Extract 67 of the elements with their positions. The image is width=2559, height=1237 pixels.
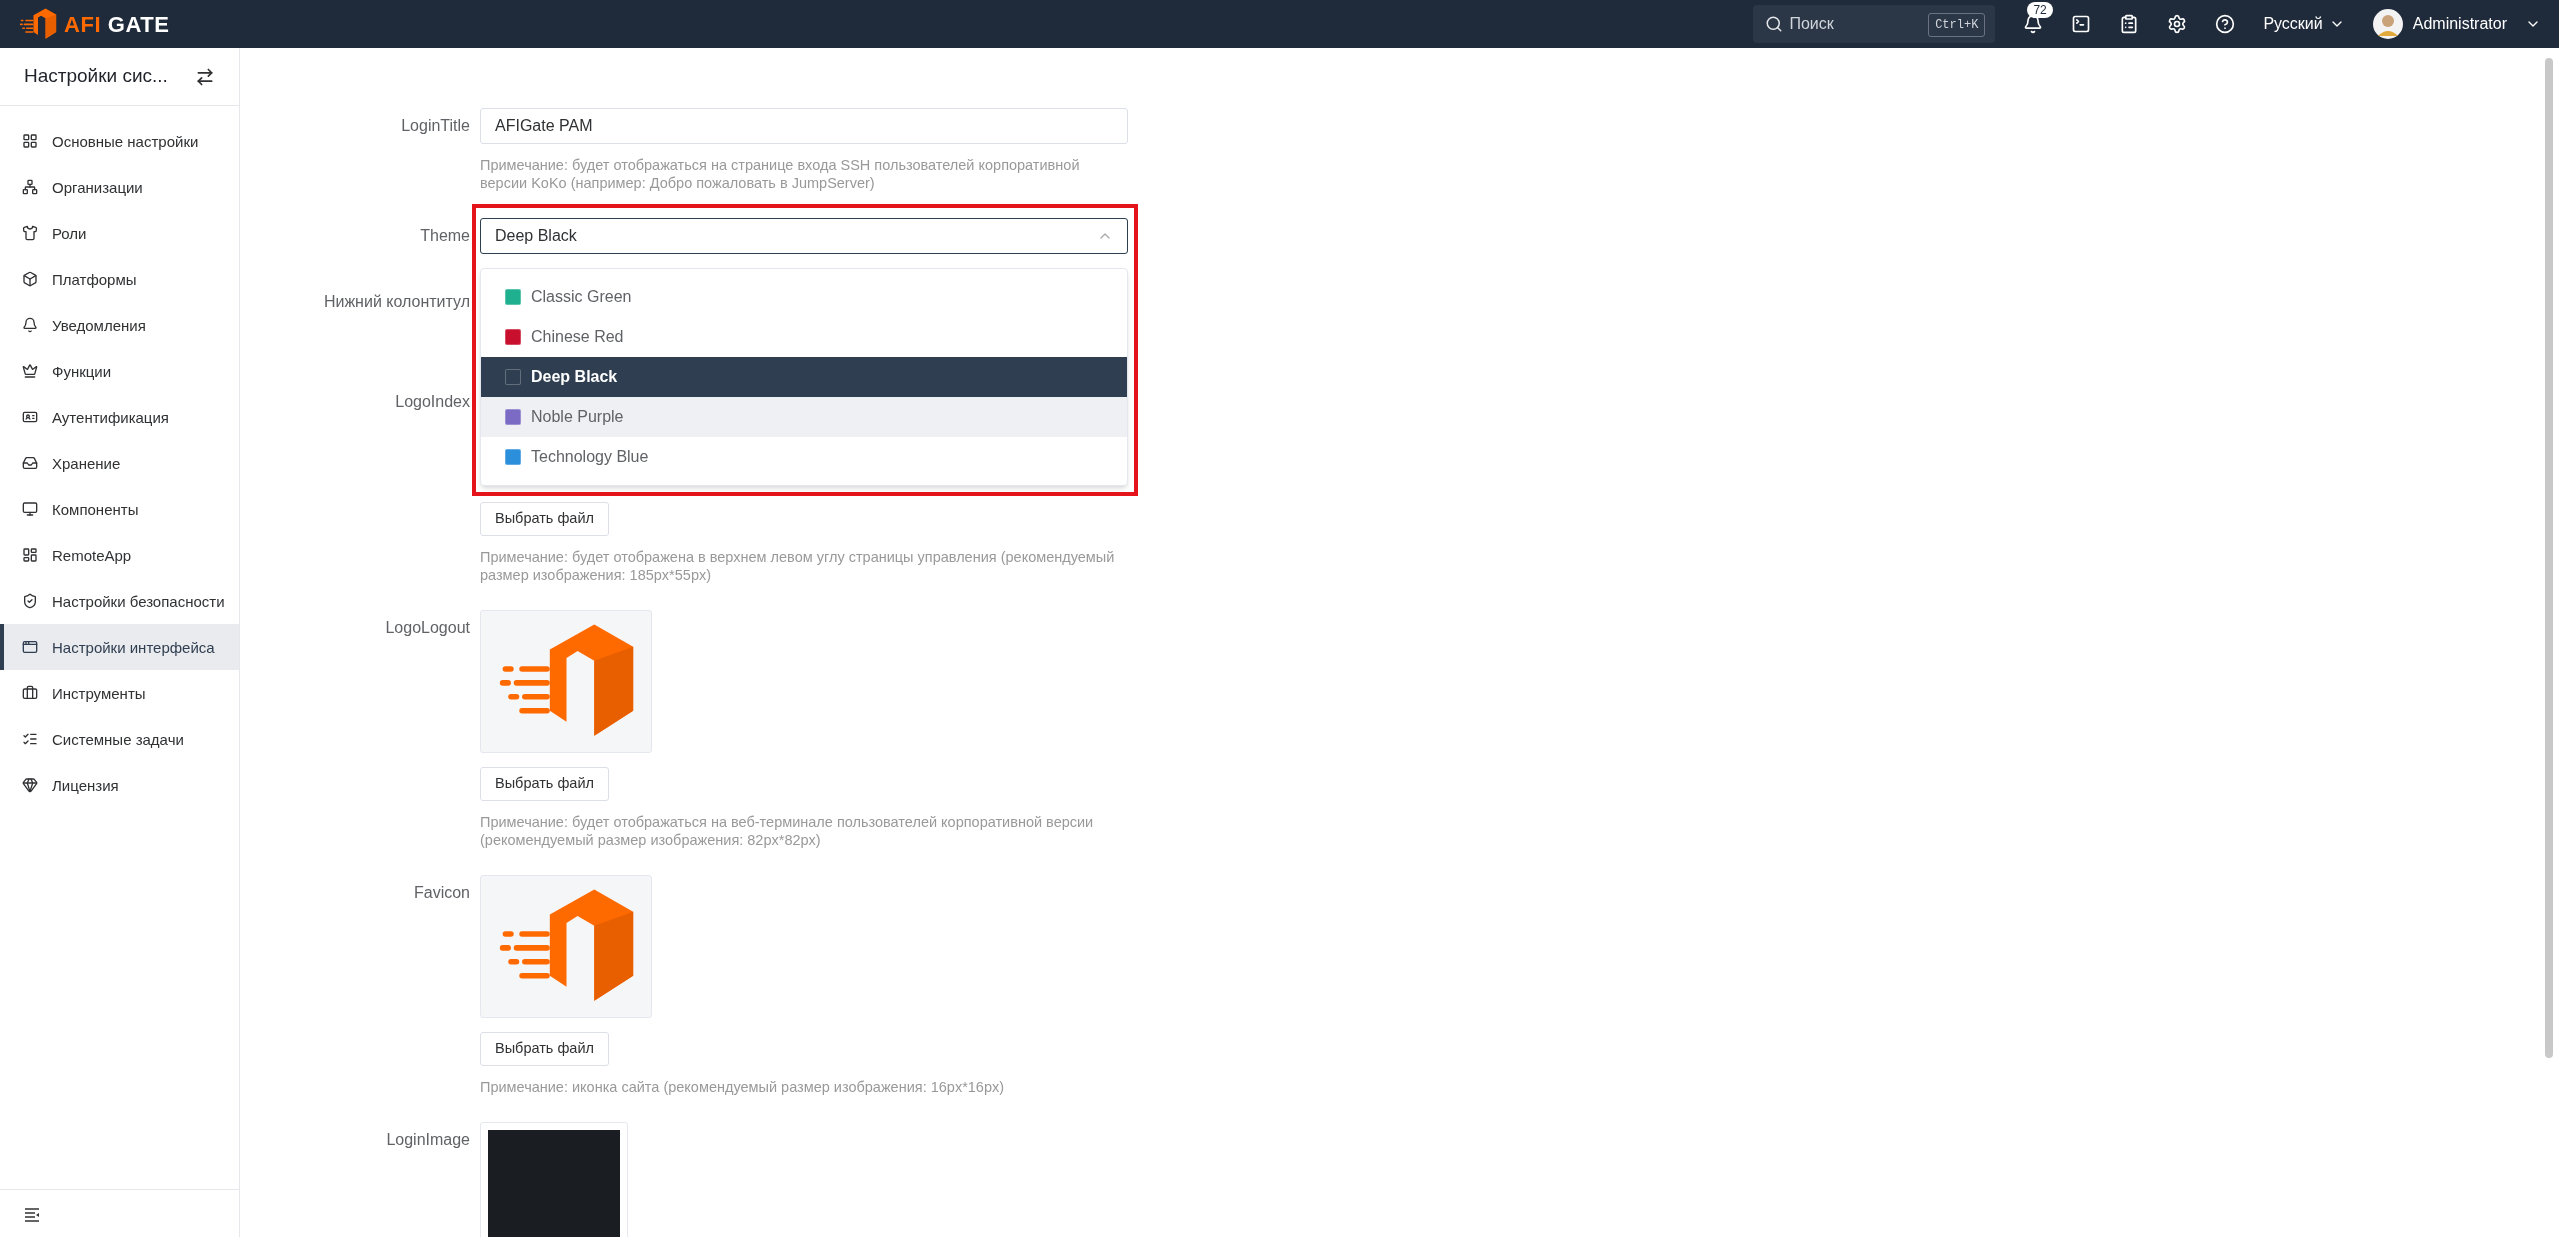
cube-icon — [22, 271, 38, 287]
dropdown-option[interactable]: Classic Green — [481, 277, 1127, 317]
sidebar-item[interactable]: Аутентификация — [0, 394, 239, 440]
swap-icon[interactable] — [195, 66, 215, 87]
terminal-icon[interactable] — [2071, 14, 2092, 34]
dropdown-option[interactable]: Chinese Red — [481, 317, 1127, 357]
field-label: LoginImage — [385, 1130, 470, 1150]
shirt-icon — [22, 225, 38, 241]
field-label: LogoIndex — [394, 392, 470, 412]
brand-name: AFI GATE — [64, 10, 170, 39]
app-grid-icon — [22, 547, 38, 563]
window-icon — [22, 639, 38, 655]
sidebar-item[interactable]: Настройки интерфейса — [0, 624, 239, 670]
avatar-icon — [2372, 9, 2403, 39]
dropdown-option[interactable]: Noble Purple — [481, 397, 1127, 437]
choose-file-button[interactable]: Выбрать файл — [480, 502, 609, 536]
search-icon — [1765, 15, 1784, 33]
sidebar-item[interactable]: RemoteApp — [0, 532, 239, 578]
user-menu[interactable]: Administrator — [2372, 9, 2541, 39]
dropdown-option[interactable]: Deep Black — [481, 357, 1127, 397]
sidebar-title: Настройки сис... — [24, 64, 168, 89]
sidebar-item[interactable]: Настройки безопасности — [0, 578, 239, 624]
field-label: Нижний колонтитул — [322, 292, 470, 312]
dropdown-option[interactable]: Technology Blue — [481, 437, 1127, 477]
checklist-icon — [22, 731, 38, 747]
sidebar-item[interactable]: Функции — [0, 348, 239, 394]
field-note: Примечание: будет отображаться на странице входа SSH пользователей корпоративной версии KoKo (например: Добро пожаловать в JumpServer) — [480, 156, 1081, 192]
bell-icon[interactable] — [2023, 14, 2044, 34]
sidebar-item[interactable]: Компоненты — [0, 486, 239, 532]
crown-icon — [22, 363, 38, 379]
bell-icon — [22, 317, 38, 333]
sidebar-item[interactable]: Хранение — [0, 440, 239, 486]
sidebar-item[interactable]: Уведомления — [0, 302, 239, 348]
sidebar-item[interactable]: Основные настройки — [0, 118, 239, 164]
field-label: Theme — [419, 226, 470, 246]
briefcase-icon — [22, 685, 38, 701]
field-label: LogoLogout — [384, 618, 470, 638]
field-label: Favicon — [412, 883, 470, 903]
sidebar-item[interactable]: Роли — [0, 210, 239, 256]
inbox-icon — [22, 455, 38, 471]
shield-icon — [22, 593, 38, 609]
field-note: Примечание: будет отображена в верхнем левом углу страницы управления (рекомендуемый размер изображения: 185px*55px) — [480, 548, 1116, 584]
id-card-icon — [22, 409, 38, 425]
sidebar-item[interactable]: Системные задачи — [0, 716, 239, 762]
clipboard-icon[interactable] — [2119, 14, 2140, 34]
choose-file-button[interactable]: Выбрать файл — [480, 767, 609, 801]
help-icon[interactable] — [2215, 14, 2236, 34]
sidebar-item[interactable]: Организации — [0, 164, 239, 210]
choose-file-button[interactable]: Выбрать файл — [480, 1032, 609, 1066]
gem-icon — [22, 777, 38, 793]
field-label: LoginTitle — [400, 116, 470, 136]
sidebar-item[interactable]: Лицензия — [0, 762, 239, 808]
hierarchy-icon — [22, 179, 38, 195]
sidebar-item[interactable]: Платформы — [0, 256, 239, 302]
shortcut-hint: Ctrl+K — [1928, 13, 1986, 37]
select-field[interactable]: Deep Black — [480, 218, 1128, 254]
field-note: Примечание: иконка сайта (рекомендуемый размер изображения: 16px*16px) — [480, 1078, 1006, 1096]
notification-badge: 72 — [2027, 2, 2053, 18]
grid-icon — [22, 133, 38, 149]
collapse-menu-icon[interactable] — [24, 1205, 40, 1222]
sidebar-item[interactable]: Инструменты — [0, 670, 239, 716]
field-note: Примечание: будет отображаться на веб-терминале пользователей корпоративной версии (рекомендуемый размер изображения: 82px*82px) — [480, 813, 1095, 849]
settings-icon[interactable] — [2167, 14, 2188, 34]
logo-icon — [18, 7, 58, 41]
language-menu[interactable]: Русский — [2263, 12, 2345, 36]
monitor-icon — [22, 501, 38, 517]
text-field[interactable]: AFIGate PAM — [480, 108, 1128, 144]
